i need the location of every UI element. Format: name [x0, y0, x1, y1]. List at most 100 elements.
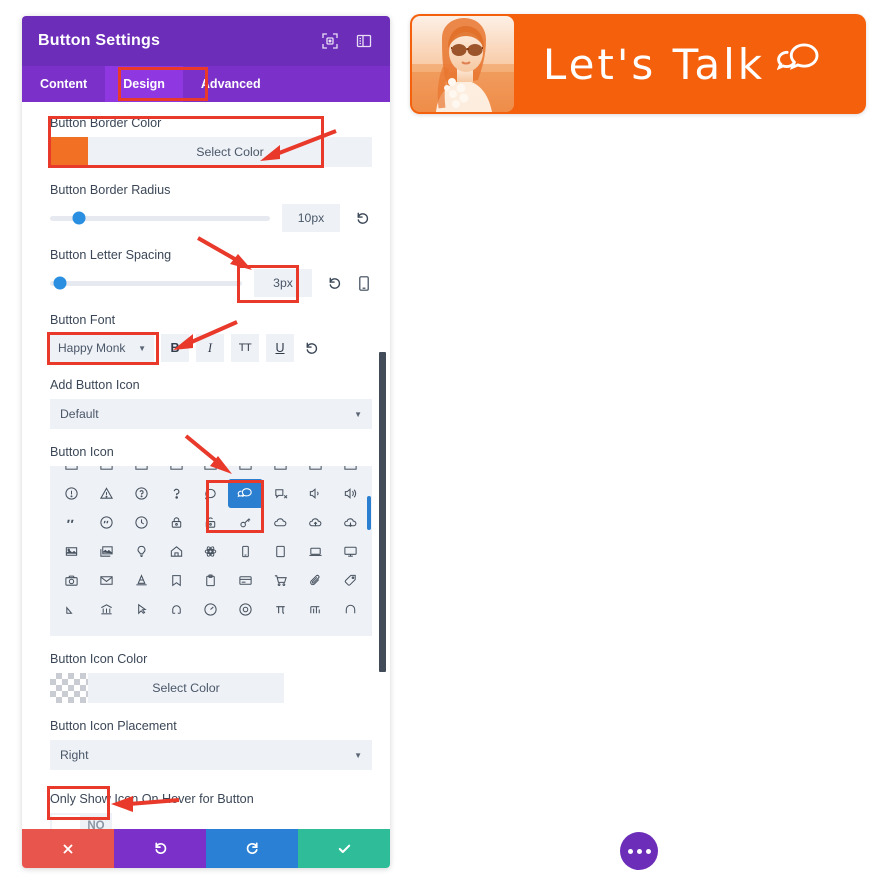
field-label: Button Border Radius: [50, 183, 171, 197]
camera-icon[interactable]: [54, 566, 89, 595]
cancel-button[interactable]: [22, 829, 114, 868]
traffic-cone-icon[interactable]: [124, 566, 159, 595]
volume-low-icon[interactable]: [298, 479, 333, 508]
tab-advanced[interactable]: Advanced: [183, 66, 279, 102]
icon-cell[interactable]: [54, 466, 89, 479]
graph-bars-icon[interactable]: [298, 595, 333, 624]
volume-high-icon[interactable]: [333, 479, 368, 508]
laptop-icon[interactable]: [298, 537, 333, 566]
speedometer-icon[interactable]: [194, 595, 229, 624]
lock-icon[interactable]: [159, 508, 194, 537]
icon-cell[interactable]: [228, 466, 263, 479]
tab-design[interactable]: Design: [105, 66, 183, 102]
hover-only-toggle[interactable]: NO: [50, 813, 112, 829]
bookmark-icon[interactable]: [159, 566, 194, 595]
select-color-button[interactable]: Select Color: [88, 673, 284, 703]
icon-cell-chat-bubbles-selected[interactable]: [228, 479, 264, 508]
paperclip-icon[interactable]: [298, 566, 333, 595]
underline-button[interactable]: U: [266, 334, 294, 362]
icon-cell[interactable]: [298, 466, 333, 479]
lightbulb-icon[interactable]: [124, 537, 159, 566]
field-label: Button Icon Color: [50, 652, 148, 666]
icon-cell[interactable]: [333, 466, 368, 479]
atom-icon[interactable]: [194, 537, 229, 566]
font-family-select[interactable]: Happy Monk ▼: [50, 334, 154, 362]
target-icon[interactable]: [228, 595, 263, 624]
icon-cell[interactable]: [159, 466, 194, 479]
slider-knob[interactable]: [72, 211, 86, 225]
mobile-phone-icon[interactable]: [228, 537, 263, 566]
icon-placement-select[interactable]: Right ▼: [50, 740, 372, 770]
icon-color-swatch[interactable]: [50, 673, 88, 703]
border-color-swatch[interactable]: [50, 137, 88, 167]
image-icon[interactable]: [54, 537, 89, 566]
tag-icon[interactable]: [333, 566, 368, 595]
layout-panel-icon[interactable]: [354, 31, 374, 51]
curve-icon[interactable]: [54, 595, 89, 624]
icon-cell[interactable]: [124, 466, 159, 479]
redo-button[interactable]: [206, 829, 298, 868]
uppercase-button[interactable]: TT: [231, 334, 259, 362]
bank-icon[interactable]: [89, 595, 124, 624]
desktop-monitor-icon[interactable]: [333, 537, 368, 566]
settings-scrollbar[interactable]: [379, 352, 386, 672]
color-picker-row: Select Color: [50, 673, 372, 703]
cursor-arrow-icon[interactable]: [124, 595, 159, 624]
shopping-cart-icon[interactable]: [263, 566, 298, 595]
home-icon[interactable]: [159, 537, 194, 566]
field-button-icon-placement: Button Icon Placement Right ▼: [50, 719, 372, 770]
magnet-icon[interactable]: [159, 595, 194, 624]
tab-content[interactable]: Content: [22, 66, 105, 102]
arch-icon[interactable]: [333, 595, 368, 624]
more-options-button[interactable]: [620, 832, 658, 870]
question-circle-icon[interactable]: [124, 479, 159, 508]
save-button[interactable]: [298, 829, 390, 868]
reset-icon[interactable]: [301, 338, 321, 358]
envelope-icon[interactable]: [89, 566, 124, 595]
icon-cell[interactable]: [263, 466, 298, 479]
letter-spacing-slider[interactable]: [50, 276, 242, 290]
letter-spacing-value[interactable]: 3px: [254, 269, 312, 297]
icon-cell[interactable]: [89, 466, 124, 479]
credit-card-icon[interactable]: [228, 566, 263, 595]
chat-bubble-icon[interactable]: [194, 479, 229, 508]
field-label: Add Button Icon: [50, 378, 140, 392]
cloud-download-icon[interactable]: [333, 508, 368, 537]
pi-icon[interactable]: [263, 595, 298, 624]
chat-bubble-close-icon[interactable]: [263, 479, 298, 508]
slider-knob[interactable]: [53, 276, 67, 290]
italic-button[interactable]: I: [196, 334, 224, 362]
panel-footer: [22, 829, 390, 868]
cloud-icon[interactable]: [263, 508, 298, 537]
focus-icon[interactable]: [320, 31, 340, 51]
unlock-icon[interactable]: [194, 508, 229, 537]
icon-grid-scrollbar[interactable]: [367, 496, 371, 530]
field-button-letter-spacing: Button Letter Spacing 3px: [50, 248, 372, 297]
add-button-icon-select[interactable]: Default ▼: [50, 399, 372, 429]
cloud-upload-icon[interactable]: [298, 508, 333, 537]
responsive-device-icon[interactable]: [356, 273, 372, 293]
undo-button[interactable]: [114, 829, 206, 868]
clock-icon[interactable]: [124, 508, 159, 537]
reset-icon[interactable]: [324, 273, 344, 293]
border-radius-slider[interactable]: [50, 211, 270, 225]
images-icon[interactable]: [89, 537, 124, 566]
field-button-icon: Button Icon: [50, 445, 372, 636]
clipboard-icon[interactable]: [194, 566, 229, 595]
dot-icon: [627, 848, 633, 854]
woman-with-sunglasses-photo: [412, 16, 514, 112]
icon-cell[interactable]: [194, 466, 229, 479]
key-icon[interactable]: [228, 508, 263, 537]
exclamation-circle-icon[interactable]: [54, 479, 89, 508]
quote-icon[interactable]: [54, 508, 89, 537]
select-color-button[interactable]: Select Color: [88, 137, 372, 167]
border-radius-value[interactable]: 10px: [282, 204, 340, 232]
question-mark-icon[interactable]: [159, 479, 194, 508]
quote-circle-icon[interactable]: [89, 508, 124, 537]
tablet-icon[interactable]: [263, 537, 298, 566]
bold-button[interactable]: B: [161, 334, 189, 362]
reset-icon[interactable]: [352, 208, 372, 228]
warning-triangle-icon[interactable]: [89, 479, 124, 508]
preview-button[interactable]: Let's Talk: [410, 14, 866, 114]
page-title: Button Settings: [38, 32, 161, 49]
